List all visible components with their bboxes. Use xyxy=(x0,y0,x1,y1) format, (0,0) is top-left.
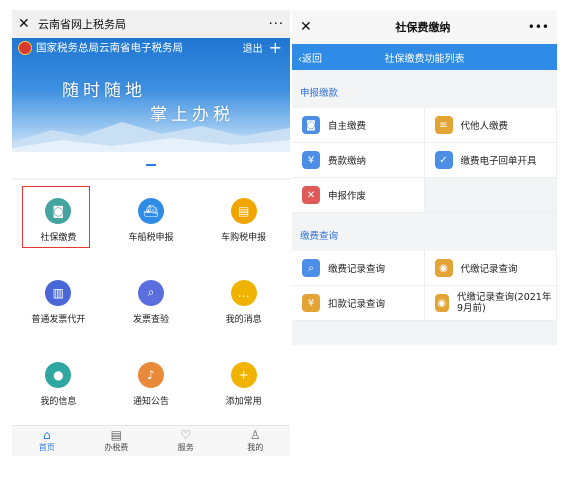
grid-item-social-security[interactable]: ◙ 社保缴费 xyxy=(12,180,105,262)
section-header: 申报缴款 xyxy=(292,76,557,108)
camera-icon: ◙ xyxy=(45,198,72,225)
section-items: ⌕ 缴费记录查询 ◉ 代缴记录查询 ¥ 扣款记录查询 ◉ 代缴记录查询(2021… xyxy=(292,251,557,321)
grid-label: 添加常用 xyxy=(225,396,262,407)
section-items: ◙ 自主缴费 ≡ 代他人缴费 ¥ 费款缴纳 ✓ 缴费电子回单开具 ✕ 申报作废 xyxy=(292,108,557,213)
grid-label: 社保缴费 xyxy=(40,233,77,244)
grid-item-vehicle-vessel-tax[interactable]: ⛴ 车船税申报 xyxy=(105,180,198,262)
tax-emblem-icon xyxy=(18,40,32,55)
proxy-history-icon: ◉ xyxy=(434,294,449,312)
item-label: 缴费记录查询 xyxy=(328,264,386,275)
banner-pager xyxy=(12,152,290,178)
fee-pay-icon: ¥ xyxy=(302,151,320,169)
item-label: 申报作废 xyxy=(328,191,367,202)
right-window-bar: ✕ 社保费缴纳 ••• xyxy=(292,10,557,44)
item-label: 缴费电子回单开具 xyxy=(460,156,537,167)
grid-label: 我的消息 xyxy=(225,314,262,325)
close-icon[interactable]: ✕ xyxy=(18,16,34,32)
tab-mine[interactable]: ♙ 我的 xyxy=(221,426,291,456)
bottom-tab-bar: ⌂ 首页 ▤ 办税费 ♡ 服务 ♙ 我的 xyxy=(12,425,290,456)
search-icon: ⌕ xyxy=(137,279,164,306)
tab-label: 办税费 xyxy=(104,443,129,452)
deduct-record-icon: ¥ xyxy=(302,294,320,312)
tab-label: 首页 xyxy=(38,443,55,452)
proxy-pay-icon: ≡ xyxy=(434,116,453,134)
grid-item-invoice-check[interactable]: ⌕ 发票查验 xyxy=(105,262,198,344)
list-item-proxy-history-query[interactable]: ◉ 代缴记录查询(2021年9月前) xyxy=(424,286,557,321)
banner: 国家税务总局云南省电子税务局 退出 + 随时随地 掌上办税 xyxy=(12,38,290,152)
list-item-proxy-pay[interactable]: ≡ 代他人缴费 xyxy=(424,108,557,143)
heart-icon: ♡ xyxy=(180,428,192,442)
tab-home[interactable]: ⌂ 首页 xyxy=(12,426,82,456)
grid-item-add-favorite[interactable]: + 添加常用 xyxy=(197,343,290,425)
service-grid: ◙ 社保缴费 ⛴ 车船税申报 ▤ 车购税申报 ▥ 普通发票代开 ⌕ 发票查验 …… xyxy=(12,180,290,425)
nav-bar: ‹返回 社保缴费功能列表 xyxy=(292,44,557,70)
agency-name: 国家税务总局云南省电子税务局 xyxy=(36,42,183,54)
grid-label: 车购税申报 xyxy=(221,233,267,244)
right-screen: ✕ 社保费缴纳 ••• ‹返回 社保缴费功能列表 申报缴款 ◙ 自主缴费 ≡ 代… xyxy=(292,10,557,345)
ship-icon: ⛴ xyxy=(137,198,164,225)
grid-item-my-messages[interactable]: … 我的消息 xyxy=(197,262,290,344)
grid-label: 通知公告 xyxy=(132,396,169,407)
close-icon[interactable]: ✕ xyxy=(300,19,318,35)
list-item-fee-pay[interactable]: ¥ 费款缴纳 xyxy=(292,143,425,178)
list-item-void-declaration[interactable]: ✕ 申报作废 xyxy=(292,178,425,213)
back-button[interactable]: ‹返回 xyxy=(298,50,358,65)
user-icon: ● xyxy=(45,361,72,388)
item-label: 代缴记录查询 xyxy=(460,264,518,275)
list-item-payment-record-query[interactable]: ⌕ 缴费记录查询 xyxy=(292,251,425,286)
receipt-icon: ✓ xyxy=(434,151,453,169)
pager-dot xyxy=(146,164,156,166)
record-search-icon: ⌕ xyxy=(302,259,320,277)
window-title: 社保费缴纳 xyxy=(395,21,451,34)
grid-item-notices[interactable]: ♪ 通知公告 xyxy=(105,343,198,425)
item-label: 自主缴费 xyxy=(328,121,367,132)
grid-item-my-info[interactable]: ● 我的信息 xyxy=(12,343,105,425)
section-header: 缴费查询 xyxy=(292,219,557,251)
grid-item-invoice-issue[interactable]: ▥ 普通发票代开 xyxy=(12,262,105,344)
car-icon: ▤ xyxy=(230,198,257,225)
item-label: 费款缴纳 xyxy=(328,156,367,167)
proxy-record-icon: ◉ xyxy=(434,259,453,277)
mountain-illustration xyxy=(12,122,290,152)
item-label: 代他人缴费 xyxy=(460,121,509,132)
grid-label: 车船税申报 xyxy=(128,233,174,244)
plus-icon[interactable]: + xyxy=(269,39,282,55)
back-label: 返回 xyxy=(302,53,322,65)
tab-label: 服务 xyxy=(177,443,194,452)
tab-tax-affairs[interactable]: ▤ 办税费 xyxy=(82,426,152,456)
void-icon: ✕ xyxy=(302,186,320,204)
home-icon: ⌂ xyxy=(42,428,51,442)
bell-icon: ♪ xyxy=(137,361,164,388)
left-window-bar: ✕ 云南省网上税务局 ··· xyxy=(12,10,290,38)
exit-button[interactable]: 退出 xyxy=(243,40,263,55)
grid-label: 发票查验 xyxy=(132,314,169,325)
item-label: 代缴记录查询(2021年9月前) xyxy=(456,292,552,314)
grid-label: 普通发票代开 xyxy=(31,314,86,325)
more-icon[interactable]: ••• xyxy=(528,20,549,34)
item-label: 扣款记录查询 xyxy=(328,299,386,310)
person-icon: ♙ xyxy=(249,428,261,442)
empty-cell xyxy=(424,178,557,213)
slogan-line1: 随时随地 xyxy=(62,81,146,101)
window-title: 云南省网上税务局 xyxy=(38,18,126,31)
list-item-self-pay[interactable]: ◙ 自主缴费 xyxy=(292,108,425,143)
tab-services[interactable]: ♡ 服务 xyxy=(151,426,221,456)
list-item-e-receipt[interactable]: ✓ 缴费电子回单开具 xyxy=(424,143,557,178)
self-pay-icon: ◙ xyxy=(302,116,320,134)
message-icon: … xyxy=(230,279,257,306)
doc-icon: ▤ xyxy=(110,428,122,442)
more-icon[interactable]: ··· xyxy=(269,17,284,32)
list-item-deduction-record-query[interactable]: ¥ 扣款记录查询 xyxy=(292,286,425,321)
grid-label: 我的信息 xyxy=(40,396,77,407)
invoice-icon: ▥ xyxy=(45,279,72,306)
grid-item-vehicle-purchase-tax[interactable]: ▤ 车购税申报 xyxy=(197,180,290,262)
tab-label: 我的 xyxy=(247,443,264,452)
nav-title: 社保缴费功能列表 xyxy=(384,53,465,65)
plus-icon: + xyxy=(230,361,257,388)
left-screen: ✕ 云南省网上税务局 ··· 国家税务总局云南省电子税务局 退出 + 随时随地 … xyxy=(12,10,290,456)
list-item-proxy-record-query[interactable]: ◉ 代缴记录查询 xyxy=(424,251,557,286)
